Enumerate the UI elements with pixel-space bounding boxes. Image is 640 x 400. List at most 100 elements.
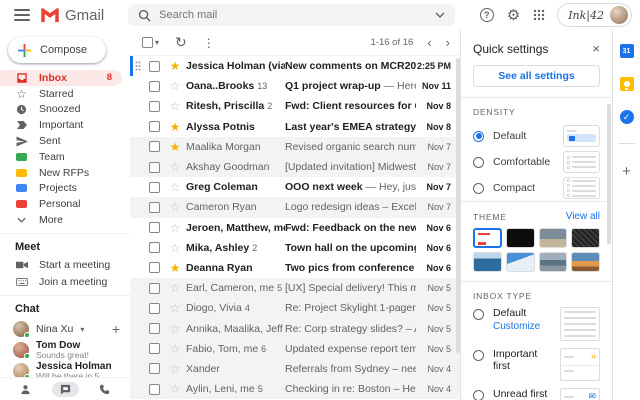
email-row[interactable]: ☆ Jeroen, Matthew, me3 Fwd: Feedback on … [130,218,460,238]
star-icon[interactable]: ☆ [167,79,183,93]
hamburger-menu-icon[interactable] [14,9,30,21]
radio-button[interactable] [473,157,484,168]
star-icon[interactable]: ☆ [167,241,183,255]
email-row[interactable]: ☆ Greg Coleman OOO next week — Hey, just… [130,177,460,197]
email-row[interactable]: ☆ Mika, Ashley2 Town hall on the upcomin… [130,238,460,258]
email-row[interactable]: ☆ Akshay Goodman [Updated invitation] Mi… [130,157,460,177]
radio-button[interactable] [473,309,484,320]
density-option-compact[interactable]: Compact [473,175,600,201]
theme-swatch-mountain-peak[interactable] [506,252,535,272]
radio-button[interactable] [473,350,484,361]
sidebar-item-new-rfps[interactable]: New RFPs [0,165,122,181]
add-addon-icon[interactable]: + [622,163,631,180]
star-icon[interactable]: ☆ [167,221,183,235]
star-icon[interactable]: ☆ [167,160,183,174]
star-icon[interactable]: ★ [167,261,183,275]
star-icon[interactable]: ☆ [167,342,183,356]
email-checkbox[interactable] [149,222,160,233]
theme-swatch-ocean[interactable] [473,252,502,272]
email-checkbox[interactable] [149,121,160,132]
email-row[interactable]: ★ Jessica Holman (via Goog... New commen… [130,56,460,76]
star-icon[interactable]: ☆ [167,362,183,376]
keep-icon[interactable] [620,77,634,91]
theme-swatch-dark-texture[interactable] [571,228,600,248]
email-row[interactable]: ☆ Diogo, Vivia4 Re: Project Skylight 1-p… [130,298,460,318]
sidebar-item-personal[interactable]: Personal [0,196,122,212]
sidebar-item-sent[interactable]: Sent [0,133,122,149]
email-row[interactable]: ★ Maalika Morgan Revised organic search … [130,137,460,157]
older-page-icon[interactable]: › [446,35,450,50]
email-checkbox[interactable] [149,323,160,334]
email-checkbox[interactable] [149,202,160,213]
star-icon[interactable]: ★ [167,59,183,73]
email-row[interactable]: ☆ Fabio, Tom, me6 Updated expense report… [130,339,460,359]
radio-button[interactable] [473,390,484,400]
phone-tab-icon[interactable] [91,382,118,397]
chat-self-row[interactable]: Nina Xu ▾ + [0,319,130,339]
star-icon[interactable]: ☆ [167,301,183,315]
more-options-icon[interactable]: ⋮ [203,36,215,50]
email-row[interactable]: ☆ Ritesh, Priscilla2 Fwd: Client resourc… [130,96,460,116]
density-option-comfortable[interactable]: Comfortable [473,149,600,175]
theme-swatch-default-light[interactable] [473,228,502,248]
email-checkbox[interactable] [149,182,160,193]
star-icon[interactable]: ★ [167,120,183,134]
email-row[interactable]: ☆ Earl, Cameron, me5 [UX] Special delive… [130,278,460,298]
account-pill[interactable]: Ink|42 [557,3,632,27]
theme-swatch-beach-sunset[interactable] [571,252,600,272]
new-chat-button[interactable]: + [112,321,120,337]
email-row[interactable]: ★ Deanna Ryan Two pics from conference —… [130,258,460,278]
compose-button[interactable]: Compose [8,37,106,63]
inbox-type-important-first[interactable]: Important first » [473,348,600,381]
tasks-icon[interactable]: ✓ [620,110,634,124]
calendar-icon[interactable]: 31 [620,44,634,58]
contacts-tab-icon[interactable] [12,382,39,397]
user-avatar[interactable] [610,6,628,24]
theme-swatch-beach-cloudy[interactable] [539,228,568,248]
help-icon[interactable]: ? [480,8,494,22]
star-icon[interactable]: ☆ [167,322,183,336]
customize-link[interactable]: Customize [493,321,551,332]
radio-button[interactable] [473,183,484,194]
density-option-default[interactable]: Default [473,123,600,149]
email-row[interactable]: ☆ Cameron Ryan Logo redesign ideas – Exc… [130,197,460,217]
inbox-type-default[interactable]: DefaultCustomize [473,307,600,341]
email-row[interactable]: ☆ Oana..Brooks13 Q1 project wrap-up — He… [130,76,460,96]
inbox-type-unread-first[interactable]: Unread first ✉ [473,388,600,400]
sidebar-item-starred[interactable]: ☆ Starred [0,86,122,102]
star-icon[interactable]: ★ [167,140,183,154]
email-row[interactable]: ☆ Annika, Maalika, Jeff3 Re: Corp strate… [130,318,460,338]
sidebar-item-snoozed[interactable]: Snoozed [0,102,122,118]
drag-handle-icon[interactable] [135,61,144,71]
email-checkbox[interactable] [149,61,160,72]
email-row[interactable]: ★ Alyssa Potnis Last year's EMEA strateg… [130,117,460,137]
search-input[interactable] [159,9,427,21]
theme-swatch-foggy-lake[interactable] [539,252,568,272]
sidebar-item-projects[interactable]: Projects [0,181,122,197]
email-checkbox[interactable] [149,162,160,173]
email-row[interactable]: ☆ Xander Referrals from Sydney – need in… [130,359,460,379]
email-checkbox[interactable] [149,303,160,314]
email-checkbox[interactable] [149,101,160,112]
search-bar[interactable] [128,4,455,26]
email-checkbox[interactable] [149,363,160,374]
email-checkbox[interactable] [149,283,160,294]
close-icon[interactable]: × [592,41,600,56]
email-row[interactable]: ☆ Aylin, Leni, me5 Checking in re: Bosto… [130,379,460,399]
email-checkbox[interactable] [149,141,160,152]
theme-swatch-black[interactable] [506,228,535,248]
star-icon[interactable]: ☆ [167,99,183,113]
sidebar-item-team[interactable]: Team [0,149,122,165]
email-checkbox[interactable] [149,242,160,253]
gmail-logo[interactable]: Gmail [40,7,104,24]
view-all-themes-link[interactable]: View all [566,211,600,222]
email-checkbox[interactable] [149,262,160,273]
see-all-settings-button[interactable]: See all settings [473,65,600,87]
email-checkbox[interactable] [149,343,160,354]
join-meeting-item[interactable]: Join a meeting [0,273,130,290]
radio-button[interactable] [473,131,484,142]
search-options-chevron-icon[interactable] [435,12,445,18]
email-checkbox[interactable] [149,81,160,92]
sidebar-item-inbox[interactable]: Inbox 8 [0,70,122,86]
star-icon[interactable]: ☆ [167,382,183,396]
